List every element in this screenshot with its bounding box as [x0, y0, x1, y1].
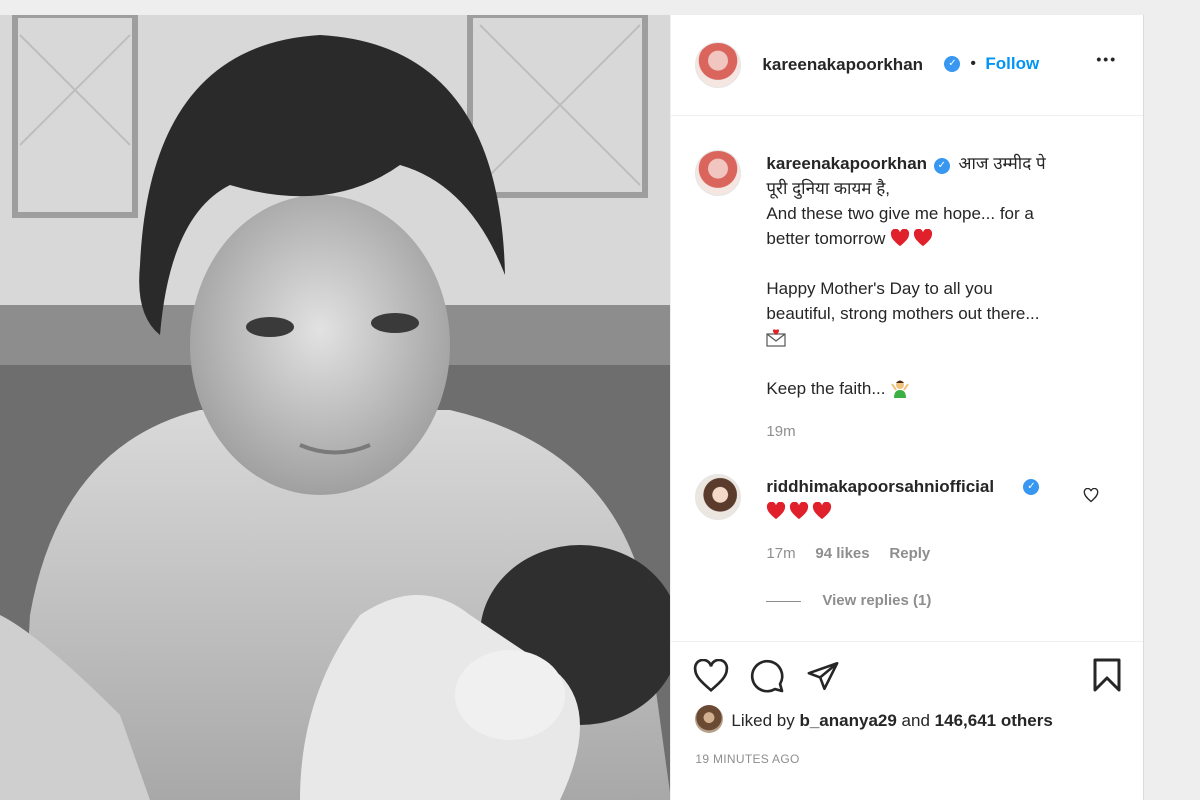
- post-timestamp: 19 MINUTES AGO: [695, 752, 800, 766]
- verified-badge-icon: ✓: [1023, 479, 1040, 495]
- liked-by-user[interactable]: b_ananya29: [799, 711, 896, 730]
- photo-illustration: [0, 15, 671, 800]
- red-heart-emoji-icon: [790, 502, 809, 520]
- likes-summary: Liked by b_ananya29 and 146,641 others: [731, 711, 1052, 731]
- caption-username[interactable]: kareenakapoorkhan: [766, 154, 927, 173]
- liked-and-label: and: [901, 711, 930, 730]
- caption: kareenakapoorkhan ✓ आज उम्मीद पे पूरी दु…: [766, 151, 1116, 401]
- separator-dot: •: [970, 55, 977, 72]
- commenter-username[interactable]: riddhimakapoorsahniofficial: [766, 477, 994, 497]
- paper-plane-icon[interactable]: [805, 659, 841, 693]
- red-heart-emoji-icon: [891, 229, 910, 247]
- caption-line-5: Happy Mother's Day to all you: [766, 279, 993, 298]
- liked-others-count[interactable]: 146,641 others: [935, 711, 1053, 730]
- caption-line-7: Keep the faith...: [766, 379, 886, 398]
- red-heart-emoji-icon: [813, 502, 832, 520]
- follow-button[interactable]: Follow: [985, 54, 1039, 74]
- comment-text: [766, 502, 835, 522]
- post-photo[interactable]: [0, 15, 671, 800]
- comment-bubble-icon[interactable]: [749, 658, 785, 694]
- caption-line-4: better tomorrow: [766, 229, 886, 248]
- bookmark-icon[interactable]: [1091, 657, 1123, 693]
- caption-time: 19m: [766, 423, 796, 440]
- post-header: kareenakapoorkhan ✓ • Follow •••: [671, 15, 1144, 116]
- liker-avatar[interactable]: [695, 705, 724, 733]
- love-letter-emoji-icon: [766, 329, 787, 347]
- comment-reply-button[interactable]: Reply: [889, 545, 930, 562]
- comment-time: 17m: [766, 545, 796, 562]
- actions-divider: [671, 641, 1144, 642]
- more-options-icon[interactable]: •••: [1096, 51, 1117, 67]
- instagram-post: kareenakapoorkhan ✓ • Follow ••• kareena…: [0, 15, 1144, 800]
- red-heart-emoji-icon: [914, 229, 933, 247]
- caption-line-3: And these two give me hope... for a: [766, 204, 1034, 223]
- verified-badge-icon: ✓: [933, 158, 950, 174]
- red-heart-emoji-icon: [767, 502, 786, 520]
- replies-divider: [766, 601, 802, 602]
- post-side-panel: kareenakapoorkhan ✓ • Follow ••• kareena…: [670, 15, 1144, 800]
- author-avatar[interactable]: [695, 42, 742, 88]
- view-replies-button[interactable]: View replies (1): [822, 592, 931, 609]
- liked-by-label: Liked by: [731, 711, 795, 730]
- comment-like-icon[interactable]: [1083, 488, 1099, 503]
- woman-gesturing-emoji-icon: [891, 380, 910, 398]
- heart-outline-icon[interactable]: [693, 659, 729, 693]
- caption-line-6: beautiful, strong mothers out there...: [766, 304, 1040, 323]
- comment-likes[interactable]: 94 likes: [815, 545, 869, 562]
- caption-avatar[interactable]: [695, 150, 742, 196]
- caption-line-hindi-2: पूरी दुनिया कायम है,: [766, 179, 890, 198]
- author-username[interactable]: kareenakapoorkhan: [762, 55, 923, 75]
- commenter-avatar[interactable]: [695, 474, 742, 520]
- caption-line-hindi-1: आज उम्मीद पे: [958, 154, 1046, 173]
- verified-badge-icon: ✓: [944, 56, 961, 72]
